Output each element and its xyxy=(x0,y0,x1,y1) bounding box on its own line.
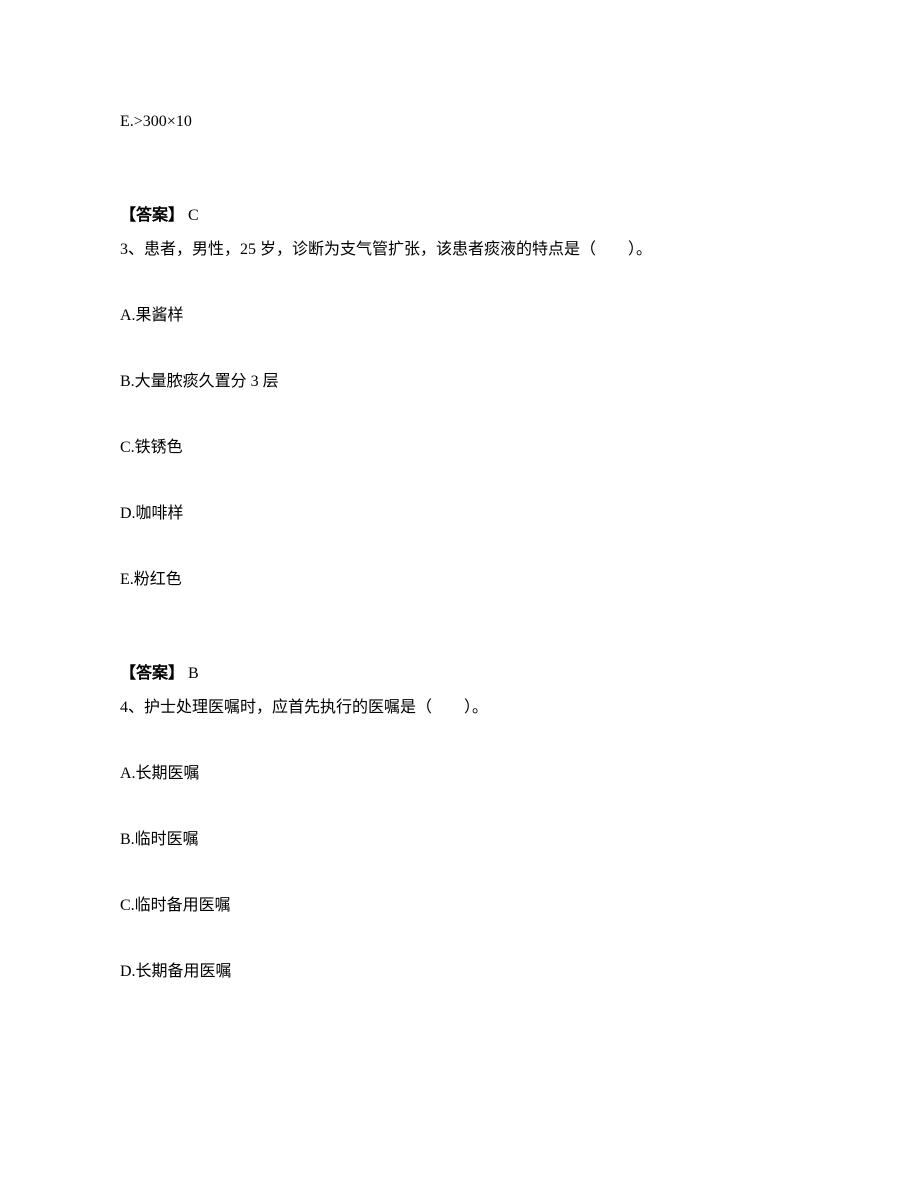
q3-option-a: A.果酱样 xyxy=(120,304,800,328)
q3-option-e: E.粉红色 xyxy=(120,568,800,592)
q2-answer-value: C xyxy=(188,207,199,224)
q4-option-c: C.临时备用医嘱 xyxy=(120,894,800,918)
q3-answer-block: 【答案】 B xyxy=(120,662,800,686)
q3-answer-label: 【答案】 xyxy=(120,665,184,682)
q4-option-a: A.长期医嘱 xyxy=(120,762,800,786)
q3-number: 3、 xyxy=(120,241,144,258)
q4-question: 4、护士处理医嘱时，应首先执行的医嘱是（ ）。 xyxy=(120,696,800,720)
q3-question: 3、患者，男性，25 岁，诊断为支气管扩张，该患者痰液的特点是（ ）。 xyxy=(120,238,800,262)
q3-answer-value: B xyxy=(188,665,199,682)
q2-answer-block: 【答案】 C xyxy=(120,204,800,228)
q4-number: 4、 xyxy=(120,699,144,716)
q4-option-d: D.长期备用医嘱 xyxy=(120,960,800,984)
q3-option-d: D.咖啡样 xyxy=(120,502,800,526)
q3-text: 患者，男性，25 岁，诊断为支气管扩张，该患者痰液的特点是（ ）。 xyxy=(144,241,652,258)
q3-option-c: C.铁锈色 xyxy=(120,436,800,460)
q4-option-b: B.临时医嘱 xyxy=(120,828,800,852)
q3-option-b: B.大量脓痰久置分 3 层 xyxy=(120,370,800,394)
q2-option-e: E.>300×10 xyxy=(120,110,800,134)
q2-answer-label: 【答案】 xyxy=(120,207,184,224)
q4-text: 护士处理医嘱时，应首先执行的医嘱是（ ）。 xyxy=(144,699,488,716)
